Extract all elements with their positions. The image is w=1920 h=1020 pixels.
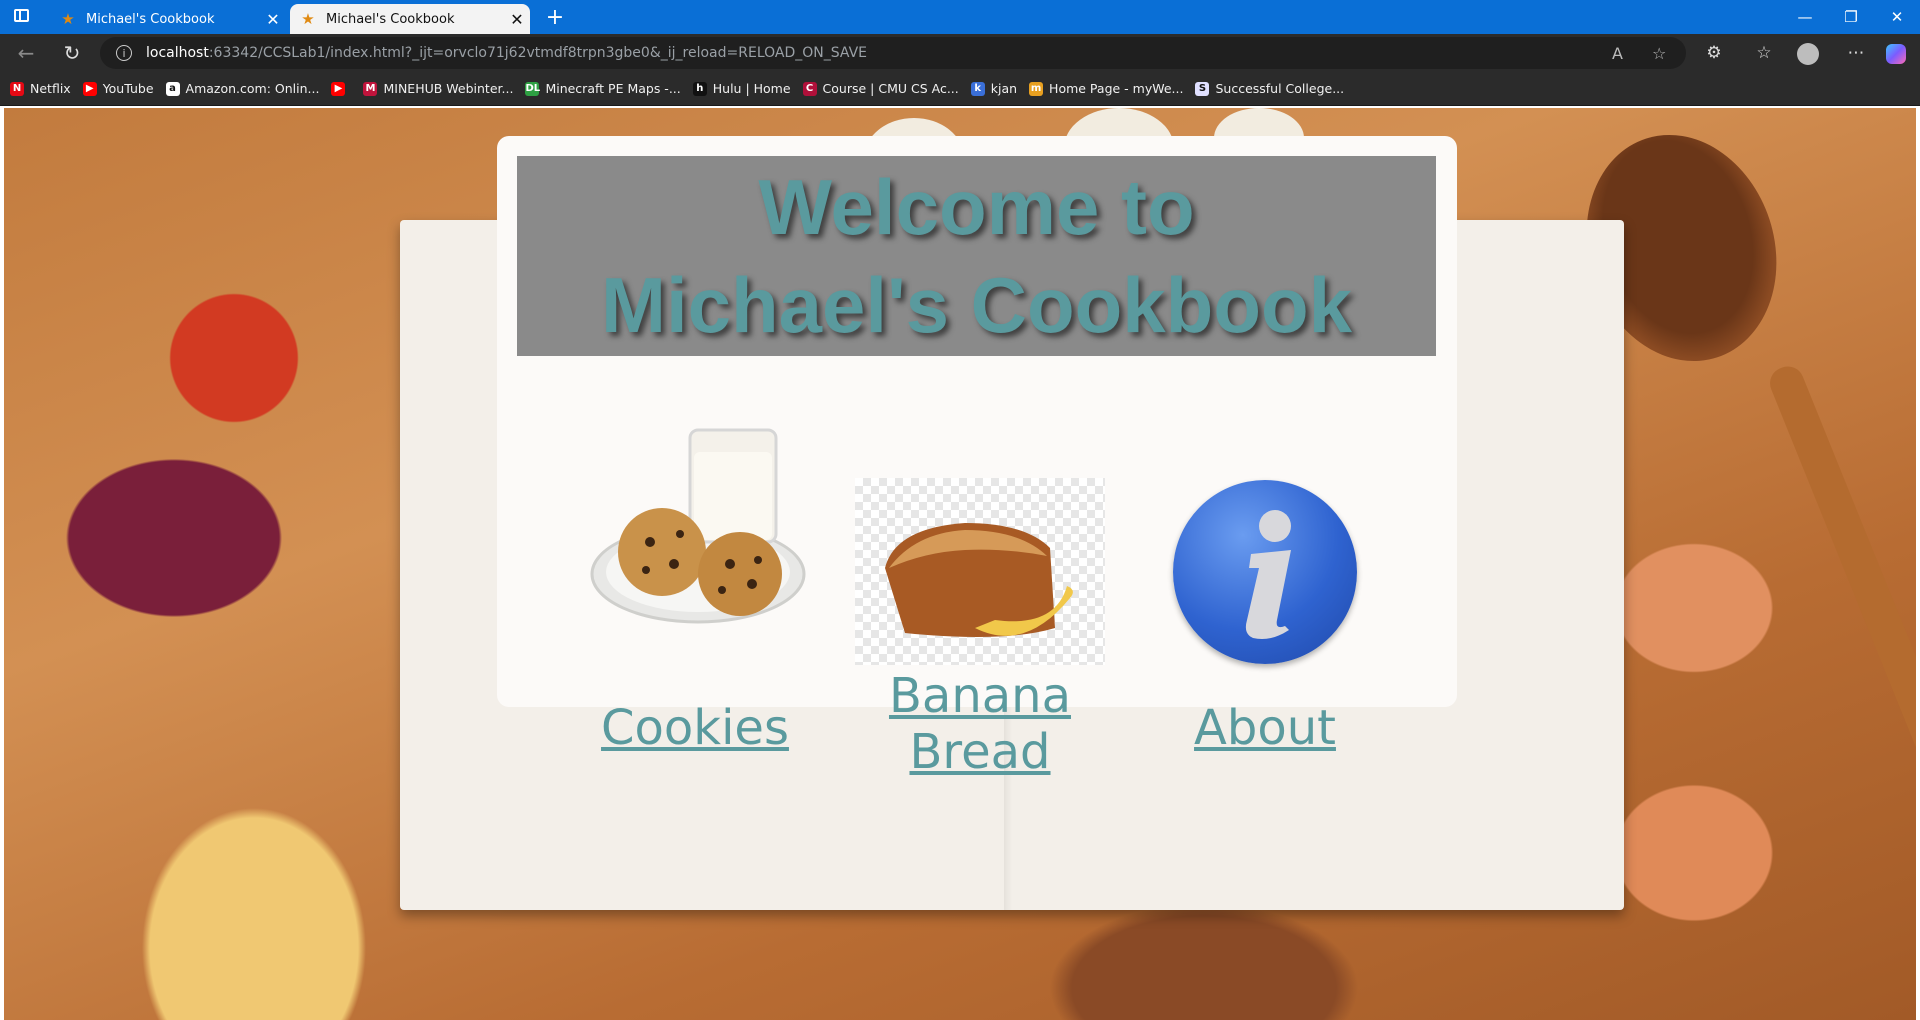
bookmark-label: kjan xyxy=(990,81,1018,96)
banana-bread-link[interactable]: Banana Bread xyxy=(889,668,1071,780)
cookies-milk-image[interactable] xyxy=(590,424,808,624)
url-host: localhost xyxy=(146,45,209,61)
bookmark-item[interactable]: N Netflix xyxy=(10,81,71,96)
bookmark-item[interactable]: m Home Page - myWe... xyxy=(1029,81,1183,96)
hulu-icon: h xyxy=(692,81,707,96)
restore-icon[interactable]: ❐ xyxy=(1828,0,1874,34)
extensions-icon[interactable]: ⚙ xyxy=(1700,40,1728,66)
title-line-2: Michael's Cookbook xyxy=(600,261,1353,349)
new-tab-icon[interactable]: + xyxy=(540,4,570,32)
welcome-banner: Welcome to Michael's Cookbook xyxy=(517,156,1436,356)
url-path: :63342/CCSLab1/index.html?_ijt=orvclo71j… xyxy=(208,45,867,61)
cookies-item: Cookies xyxy=(560,700,830,756)
bookmark-label: Home Page - myWe... xyxy=(1049,81,1184,96)
info-icon[interactable] xyxy=(1173,480,1357,664)
banana-bread-drawing xyxy=(885,523,1073,637)
myweb-icon: m xyxy=(1029,81,1044,96)
bookmark-item[interactable]: M MINEHUB Webinter... xyxy=(363,81,513,96)
close-window-icon[interactable]: ✕ xyxy=(1874,0,1920,34)
bookmark-item[interactable]: h Hulu | Home xyxy=(692,81,791,96)
youtube-icon: ▶ xyxy=(82,81,97,96)
favorites-icon[interactable]: ☆ xyxy=(1750,40,1778,66)
tab-title: Michael's Cookbook xyxy=(326,11,455,27)
tab-title: Michael's Cookbook xyxy=(86,11,215,27)
address-bar[interactable]: i localhost:63342/CCSLab1/index.html?_ij… xyxy=(100,37,1686,69)
bookmark-label: Netflix xyxy=(30,81,71,96)
more-options-icon[interactable]: ⋯ xyxy=(1842,40,1870,66)
about-item: About xyxy=(1150,700,1380,756)
bookmark-label: YouTube xyxy=(102,81,154,96)
youtube-icon: ▶ xyxy=(331,81,346,96)
tab-active[interactable]: ★ Michael's Cookbook ✕ xyxy=(290,4,530,34)
navigation-bar: ← ↻ i localhost:63342/CCSLab1/index.html… xyxy=(0,34,1920,72)
wooden-spoon-handle-image xyxy=(1765,361,1916,894)
tab-inactive[interactable]: ★ Michael's Cookbook ✕ xyxy=(50,4,286,34)
bookmarks-bar: N Netflix ▶ YouTube a Amazon.com: Onlin... ▶ M M… xyxy=(0,72,1920,106)
bookmark-label: Hulu | Home xyxy=(712,81,791,96)
profile-avatar[interactable] xyxy=(1797,43,1819,65)
star-favicon-icon: ★ xyxy=(301,10,315,28)
minehub-icon: M xyxy=(363,81,378,96)
bookmark-label: Amazon.com: Onlin... xyxy=(185,81,320,96)
site-info-icon[interactable]: i xyxy=(116,45,132,61)
netflix-icon: N xyxy=(10,81,24,96)
title-line-1: Welcome to xyxy=(758,163,1195,251)
bookmark-item[interactable]: S Successful College... xyxy=(1195,81,1344,96)
info-glyph xyxy=(1245,510,1291,639)
dl-icon: DL xyxy=(525,81,541,96)
close-tab-icon[interactable]: ✕ xyxy=(260,10,286,29)
read-aloud-icon[interactable]: A xyxy=(1612,44,1623,63)
college-icon: S xyxy=(1195,81,1210,96)
bookmark-label: Minecraft PE Maps -... xyxy=(545,81,681,96)
favorite-star-icon[interactable]: ☆ xyxy=(1652,44,1666,63)
bookmark-label: Successful College... xyxy=(1215,81,1345,96)
bookmark-item[interactable]: a Amazon.com: Onlin... xyxy=(165,81,320,96)
back-icon[interactable]: ← xyxy=(12,40,40,66)
bookmark-label: MINEHUB Webinter... xyxy=(383,81,514,96)
cmu-icon: C xyxy=(802,81,817,96)
bookmark-item[interactable]: ▶ xyxy=(331,81,351,96)
url-text[interactable]: localhost:63342/CCSLab1/index.html?_ijt=… xyxy=(146,45,867,61)
sidebar-toggle-icon[interactable] xyxy=(14,9,29,22)
bookmark-item[interactable]: C Course | CMU CS Ac... xyxy=(802,81,959,96)
title-bar: ★ Michael's Cookbook ✕ ★ Michael's Cookb… xyxy=(0,0,1920,34)
bookmark-item[interactable]: DL Minecraft PE Maps -... xyxy=(525,81,681,96)
amazon-icon: a xyxy=(165,81,180,96)
star-favicon-icon: ★ xyxy=(61,10,75,28)
copilot-icon[interactable] xyxy=(1886,44,1906,64)
banana-bread-item: Banana Bread xyxy=(820,668,1140,780)
bookmark-item[interactable]: k kjan xyxy=(970,81,1018,96)
banana-bread-image[interactable] xyxy=(855,478,1105,665)
bookmark-label: Course | CMU CS Ac... xyxy=(822,81,959,96)
minimize-icon[interactable]: — xyxy=(1782,0,1828,34)
about-link[interactable]: About xyxy=(1194,700,1336,756)
page-title: Welcome to Michael's Cookbook xyxy=(517,156,1436,354)
bookmark-item[interactable]: ▶ YouTube xyxy=(82,81,154,96)
close-tab-icon[interactable]: ✕ xyxy=(504,10,530,29)
reload-icon[interactable]: ↻ xyxy=(58,40,86,66)
cookies-link[interactable]: Cookies xyxy=(601,700,789,756)
kjan-icon: k xyxy=(970,81,985,96)
